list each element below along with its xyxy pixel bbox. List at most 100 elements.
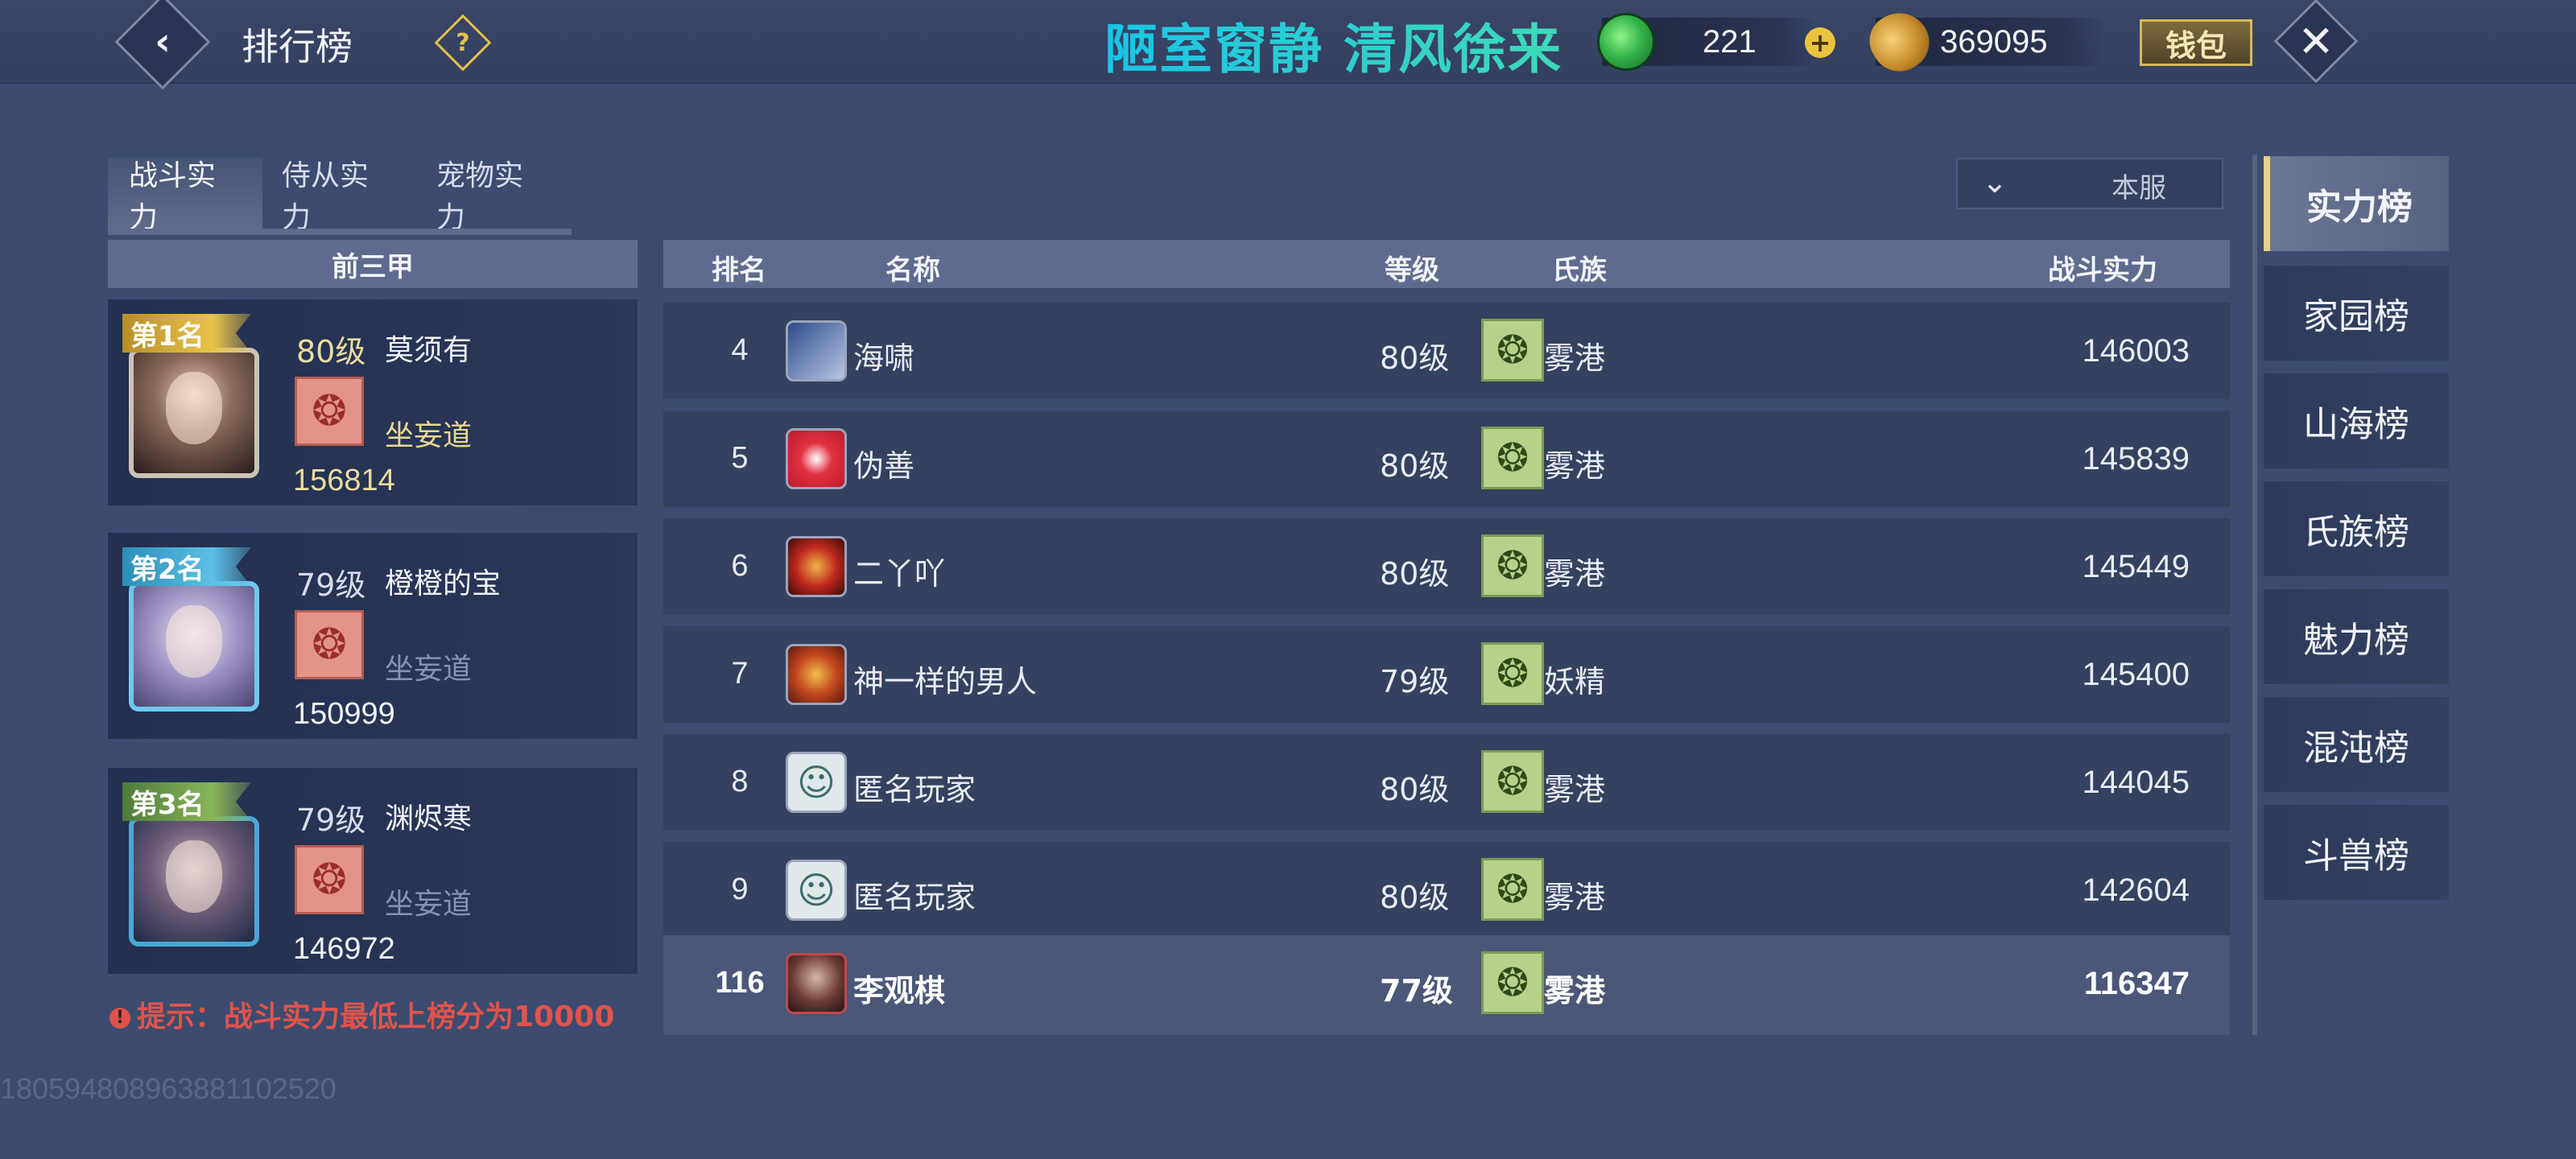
player-name: 渊烬寒 (385, 802, 473, 835)
avatar (786, 320, 847, 382)
row-power: 145400 (2082, 657, 2190, 692)
row-level: 80级 (1380, 556, 1450, 592)
clan-name: 坐妄道 (385, 888, 473, 921)
row-clan: 雾港 (1544, 340, 1606, 376)
player-name: 橙橙的宝 (385, 567, 502, 600)
tip-message: 提示：战斗实力最低上榜分为10000 (137, 1000, 615, 1033)
tab-underline (108, 229, 572, 235)
table-row[interactable]: 6 二丫吖 80级 ❂ 雾港 145449 (663, 518, 2230, 615)
column-rank: 排名 (712, 254, 766, 287)
clan-crest-icon: ❂ (1481, 750, 1544, 813)
player-level: 80级 (296, 334, 366, 369)
combat-power: 156814 (293, 464, 395, 497)
rank-badge: 第2名 (122, 547, 251, 586)
row-name: 匿名玩家 (853, 880, 976, 915)
top3-card-1[interactable]: 第1名 80级 莫须有 ❂ 坐妄道 156814 (108, 299, 638, 505)
column-name: 名称 (886, 254, 940, 287)
anonymous-user-icon: ☺ (786, 860, 847, 921)
add-currency-button[interactable]: + (1805, 27, 1835, 58)
close-icon: ✕ (2297, 15, 2334, 67)
row-level: 80级 (1380, 880, 1450, 915)
jade-amount: 221 (1703, 24, 1757, 60)
row-name: 海啸 (853, 340, 915, 376)
avatar (786, 428, 847, 489)
board-beast[interactable]: 斗兽榜 (2264, 805, 2449, 900)
board-home[interactable]: 家园榜 (2264, 266, 2449, 361)
my-rank-row[interactable]: 116 李观棋 77级 ❂ 雾港 116347 (663, 935, 2230, 1035)
tab-combat-power[interactable]: 战斗实力 (108, 158, 262, 235)
slogan-text: 陋室窗静 清风徐来 (1104, 6, 1563, 84)
clan-name: 坐妄道 (385, 419, 473, 452)
row-clan: 雾港 (1544, 448, 1606, 484)
row-power: 145449 (2082, 549, 2190, 584)
jade-icon (1597, 13, 1655, 71)
row-clan: 雾港 (1544, 556, 1606, 592)
back-button[interactable]: ‹ (114, 0, 211, 90)
avatar (786, 953, 847, 1014)
coin-amount: 369095 (1940, 24, 2048, 60)
board-mountain-sea[interactable]: 山海榜 (2264, 373, 2449, 468)
top-bar: ‹ 排行榜 ? 陋室窗静 清风徐来 221 + 369095 钱包 ✕ (0, 0, 2576, 90)
top3-card-3[interactable]: 第3名 79级 渊烬寒 ❂ 坐妄道 146972 (108, 768, 638, 974)
avatar (786, 644, 847, 705)
player-level: 79级 (296, 802, 366, 838)
avatar (786, 536, 847, 597)
close-button[interactable]: ✕ (2273, 0, 2359, 84)
wallet-button[interactable]: 钱包 (2140, 19, 2252, 66)
clan-crest-icon: ❂ (295, 610, 364, 679)
row-clan: 雾港 (1544, 973, 1606, 1008)
row-level: 80级 (1380, 772, 1450, 807)
help-button[interactable]: ? (434, 14, 492, 72)
row-clan: 雾港 (1544, 880, 1606, 915)
clan-crest-icon: ❂ (1481, 319, 1544, 382)
row-power: 144045 (2082, 765, 2190, 800)
row-clan: 妖精 (1544, 664, 1606, 699)
chevron-down-icon: ⌄ (1982, 164, 2008, 200)
row-power: 145839 (2082, 441, 2190, 476)
avatar (129, 348, 259, 478)
table-header: 排名 名称 等级 氏族 战斗实力 (663, 240, 2230, 288)
user-id: 180594808963881102520 (0, 1072, 336, 1105)
top3-card-2[interactable]: 第2名 79级 橙橙的宝 ❂ 坐妄道 150999 (108, 533, 638, 739)
clan-crest-icon: ❂ (1481, 951, 1544, 1014)
column-power: 战斗实力 (2048, 254, 2157, 287)
server-select[interactable]: ⌄ 本服 (1956, 158, 2223, 209)
row-level: 80级 (1380, 448, 1450, 484)
chevron-left-icon: ‹ (155, 19, 171, 64)
tip-text: ! 提示：战斗实力最低上榜分为10000 (109, 993, 614, 1035)
board-strength[interactable]: 实力榜 (2264, 156, 2449, 251)
row-power: 146003 (2082, 333, 2190, 369)
table-row[interactable]: 4 海啸 80级 ❂ 雾港 146003 (663, 303, 2230, 399)
row-power: 116347 (2083, 966, 2190, 1001)
row-level: 77级 (1380, 973, 1453, 1008)
row-power: 142604 (2082, 872, 2190, 908)
rank-badge: 第3名 (122, 782, 251, 821)
question-icon: ? (456, 28, 470, 57)
combat-power: 146972 (293, 932, 395, 966)
row-level: 79级 (1380, 664, 1450, 699)
top3-header: 前三甲 (108, 240, 638, 288)
row-name: 匿名玩家 (853, 772, 976, 807)
avatar (129, 816, 259, 947)
board-chaos[interactable]: 混沌榜 (2264, 697, 2449, 792)
board-clan[interactable]: 氏族榜 (2264, 481, 2449, 576)
anonymous-user-icon: ☺ (786, 752, 847, 813)
clan-crest-icon: ❂ (1481, 427, 1544, 489)
clan-crest-icon: ❂ (1481, 534, 1544, 597)
warning-icon: ! (109, 1008, 130, 1029)
combat-power: 150999 (293, 697, 395, 731)
column-clan: 氏族 (1552, 254, 1607, 287)
leaderboard-screen: ‹ 排行榜 ? 陋室窗静 清风徐来 221 + 369095 钱包 ✕ 战斗实力… (0, 0, 2576, 1159)
tab-pet-power[interactable]: 宠物实力 (415, 158, 570, 234)
player-name: 莫须有 (385, 334, 473, 367)
page-title: 排行榜 (242, 25, 353, 68)
table-row[interactable]: 5 伪善 80级 ❂ 雾港 145839 (663, 410, 2230, 507)
row-name: 神一样的男人 (853, 664, 1038, 699)
table-row[interactable]: 8 ☺ 匿名玩家 80级 ❂ 雾港 144045 (663, 734, 2230, 831)
clan-crest-icon: ❂ (295, 845, 364, 914)
player-level: 79级 (296, 567, 366, 603)
tab-attendant-power[interactable]: 侍从实力 (261, 158, 415, 234)
table-row[interactable]: 9 ☺ 匿名玩家 80级 ❂ 雾港 142604 (663, 842, 2230, 938)
board-charm[interactable]: 魅力榜 (2264, 589, 2449, 684)
table-row[interactable]: 7 神一样的男人 79级 ❂ 妖精 145400 (663, 626, 2230, 723)
